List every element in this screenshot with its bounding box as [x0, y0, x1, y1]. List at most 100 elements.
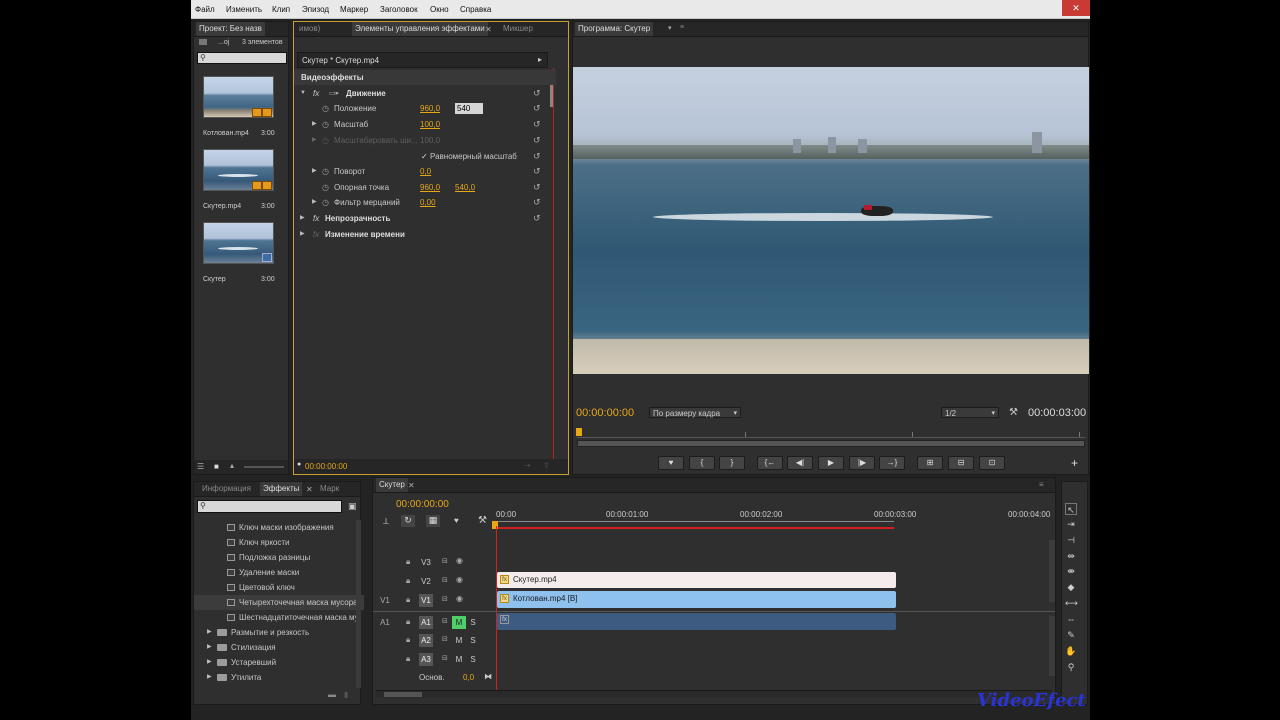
stopwatch-icon[interactable]: ◷ [322, 101, 329, 116]
clip-a1-audio[interactable]: fx [497, 613, 896, 630]
master-volume[interactable]: 0,0 [463, 673, 474, 682]
marker-icon[interactable]: ♥ [454, 516, 459, 525]
effect-timecode[interactable]: 00:00:00:00 [305, 462, 347, 471]
add-marker-button[interactable]: ♥ [658, 456, 684, 470]
stopwatch-icon[interactable]: ◷ [322, 164, 329, 179]
mark-out-button[interactable]: } [719, 456, 745, 470]
tab-effect-controls[interactable]: Элементы управления эффектами [352, 22, 488, 36]
lock-icon[interactable]: 🔒︎ [406, 635, 410, 645]
effect-list-item[interactable]: Подложка разницы [194, 550, 364, 565]
go-to-in-button[interactable]: {← [757, 456, 783, 470]
menu-edit[interactable]: Изменить [226, 5, 262, 14]
ripple-edit-tool-icon[interactable]: ⊣ [1065, 534, 1077, 546]
linked-selection-icon[interactable]: ↻ [401, 515, 415, 527]
eye-icon[interactable]: ◉ [456, 556, 463, 565]
clip-v1-kotlovan[interactable]: fx Котлован.mp4 [В] [497, 591, 896, 608]
stopwatch-icon[interactable]: ◷ [322, 117, 329, 132]
video-tracks-scrollbar[interactable] [1049, 540, 1055, 602]
tab-info[interactable]: Информация [199, 482, 254, 496]
add-marker-icon[interactable]: ▦ [426, 515, 440, 527]
list-view-icon[interactable]: ☰ [197, 462, 204, 471]
trash-icon[interactable]: ▮ [344, 690, 348, 699]
sync-icon[interactable]: ⊟ [442, 635, 448, 643]
step-back-button[interactable]: ◀| [787, 456, 813, 470]
clip-v2-skuter[interactable]: fx Скутер.mp4 [497, 572, 896, 588]
timeline-timecode[interactable]: 00:00:00:00 [396, 499, 449, 510]
timeline-ruler[interactable]: 00:00 00:00:01:00 00:00:02:00 00:00:03:0… [492, 508, 1055, 529]
step-forward-button[interactable]: |▶ [849, 456, 875, 470]
eye-icon[interactable]: ◉ [456, 575, 463, 584]
menu-clip[interactable]: Клип [272, 5, 290, 14]
export-icon[interactable]: ⇪ [543, 461, 550, 470]
expand-triangle-icon[interactable]: ▶ [312, 117, 317, 132]
stopwatch-icon[interactable]: ◷ [322, 180, 329, 195]
folder-utility[interactable]: ▶ Утилита [194, 670, 364, 685]
flicker-value[interactable]: 0,00 [420, 195, 436, 210]
expand-triangle-icon[interactable]: ▶ [312, 164, 317, 179]
close-tab-icon[interactable]: ✕ [408, 481, 415, 490]
timeline-horizontal-scrollbar[interactable] [376, 690, 1052, 698]
effect-list-item[interactable]: Ключ маски изображения [194, 520, 364, 535]
solo-button[interactable]: S [466, 653, 480, 666]
zoom-out-icon[interactable]: ▴ [230, 461, 234, 470]
slip-tool-icon[interactable]: ⟷ [1065, 597, 1078, 609]
fit-dropdown[interactable]: По размеру кадра ▾ [649, 407, 741, 418]
program-timecode[interactable]: 00:00:00:00 [576, 407, 634, 419]
tab-project[interactable]: Проект: Без назв [196, 22, 265, 36]
icon-view-icon[interactable]: ■ [214, 462, 219, 471]
effect-opacity[interactable]: ▶ fx Непрозрачность ↺ [294, 211, 556, 226]
sync-icon[interactable]: ⊟ [442, 654, 448, 662]
wrench-icon[interactable]: ⚒ [478, 515, 487, 526]
tab-markers[interactable]: Марк [317, 482, 342, 496]
menu-sequence[interactable]: Эпизод [302, 5, 329, 14]
tab-program[interactable]: Программа: Скутер [575, 22, 654, 36]
folder-obsolete[interactable]: ▶ Устаревший [194, 655, 364, 670]
rate-stretch-tool-icon[interactable]: ⇼ [1065, 565, 1077, 577]
mark-in-button[interactable]: { [689, 456, 715, 470]
extract-button[interactable]: ⊟ [948, 456, 974, 470]
close-tab-icon[interactable]: ✕ [306, 485, 313, 494]
menu-marker[interactable]: Маркер [340, 5, 368, 14]
position-y-input[interactable]: 540 [455, 103, 483, 114]
close-tab-icon[interactable]: ✕ [485, 25, 492, 34]
solo-button[interactable]: S [466, 634, 480, 647]
menu-window[interactable]: Окно [430, 5, 449, 14]
effect-list-item[interactable]: Удаление маски [194, 565, 364, 580]
anchor-y-value[interactable]: 540,0 [455, 180, 475, 195]
menu-file[interactable]: Файл [195, 5, 215, 14]
mute-button-active[interactable]: M [452, 616, 466, 629]
add-button-icon[interactable]: + [1071, 456, 1078, 470]
hand-tool-icon[interactable]: ✋ [1065, 645, 1077, 657]
tab-sequence[interactable]: Скутер [376, 478, 408, 492]
resolution-dropdown[interactable]: 1/2 ▾ [941, 407, 999, 418]
lock-icon[interactable]: 🔒︎ [406, 576, 410, 586]
zoom-tool-icon[interactable]: ⚲ [1065, 661, 1077, 673]
scale-value[interactable]: 100,0 [420, 117, 440, 132]
slide-tool-icon[interactable]: ⇔ [1065, 613, 1077, 625]
lock-icon[interactable]: 🔒︎ [406, 595, 410, 605]
audio-tracks-scrollbar[interactable] [1049, 616, 1055, 676]
mute-button[interactable]: M [452, 653, 466, 666]
new-folder-icon[interactable]: ▬ [328, 690, 336, 699]
play-button[interactable]: ▶ [818, 456, 844, 470]
close-icon[interactable]: ✕ [1062, 0, 1090, 16]
effect-list-item[interactable]: Цветовой ключ [194, 580, 364, 595]
eye-icon[interactable]: ◉ [456, 594, 463, 603]
project-search-input[interactable]: ⚲ [197, 52, 287, 64]
lock-icon[interactable]: 🔒︎ [406, 557, 410, 567]
go-to-end-icon[interactable]: ⧓ [484, 672, 492, 681]
effect-list-item[interactable]: Ключ яркости [194, 535, 364, 550]
rolling-edit-tool-icon[interactable]: ⇹ [1065, 550, 1077, 562]
program-time-ruler[interactable] [576, 426, 1085, 438]
solo-button[interactable]: S [466, 616, 480, 629]
chevron-right-icon[interactable]: ▸ [538, 55, 542, 64]
chevron-down-icon[interactable]: ▾ [668, 24, 672, 32]
checkbox-icon[interactable]: ✓ [421, 149, 428, 164]
track-select-tool-icon[interactable]: ⇥ [1065, 518, 1077, 530]
new-bin-icon[interactable]: ▣ [348, 501, 357, 512]
tab-effects[interactable]: Эффекты [260, 482, 303, 496]
clip-selector[interactable]: Скутер * Скутер.mp4 ▸ [297, 52, 548, 68]
folder-blur-sharpen[interactable]: ▶ Размытие и резкость [194, 625, 364, 640]
menu-help[interactable]: Справка [460, 5, 491, 14]
sync-icon[interactable]: ⊟ [442, 576, 448, 584]
